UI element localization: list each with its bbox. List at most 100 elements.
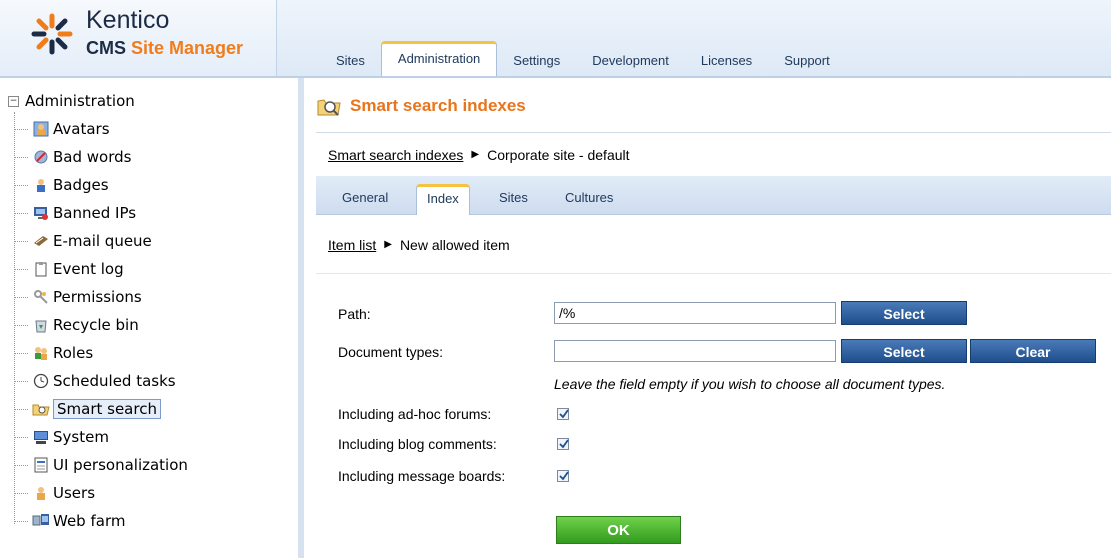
permissions-icon [32, 288, 50, 306]
sidebar-item-smart-search[interactable]: Smart search [14, 396, 161, 422]
sidebar-item-bad-words[interactable]: Bad words [14, 144, 131, 170]
tab-index[interactable]: Index [416, 184, 470, 215]
tree-connector-line [14, 240, 28, 242]
sidebar-item-ui-personalization[interactable]: UI personalization [14, 452, 188, 478]
path-input[interactable] [554, 302, 836, 324]
event-log-icon [32, 260, 50, 278]
top-tabs: Sites Administration Settings Developmen… [320, 41, 846, 76]
sidebar-item-permissions[interactable]: Permissions [14, 284, 142, 310]
sidebar-item-label[interactable]: Smart search [53, 399, 161, 419]
sidebar-item-event-log[interactable]: Event log [14, 256, 124, 282]
tab-sites[interactable]: Sites [499, 190, 528, 205]
path-label: Path: [338, 306, 371, 322]
sidebar-item-label[interactable]: Recycle bin [53, 316, 139, 334]
logo-name: Kentico [86, 6, 170, 34]
check-icon [559, 439, 569, 449]
sidebar-item-recycle-bin[interactable]: Recycle bin [14, 312, 139, 338]
bad-words-icon [32, 148, 50, 166]
email-queue-icon [32, 232, 50, 250]
logo-sub-cms: CMS [86, 38, 126, 58]
tab-development[interactable]: Development [576, 45, 685, 76]
tree-connector-line [14, 436, 28, 438]
breadcrumb-link-item-list[interactable]: Item list [328, 237, 376, 253]
tab-administration[interactable]: Administration [380, 41, 498, 76]
tab-cultures[interactable]: Cultures [565, 190, 613, 205]
sidebar-item-banned-ips[interactable]: Banned IPs [14, 200, 136, 226]
main-content: Smart search indexes Smart search indexe… [316, 78, 1111, 558]
check-icon [559, 409, 569, 419]
sidebar-item-label[interactable]: Banned IPs [53, 204, 136, 222]
message-boards-checkbox[interactable] [557, 470, 569, 482]
forums-checkbox[interactable] [557, 408, 569, 420]
tree-root-administration[interactable]: − Administration [8, 92, 135, 110]
tab-licenses[interactable]: Licenses [685, 45, 768, 76]
tree-connector-line [14, 324, 28, 326]
sidebar-item-label[interactable]: System [53, 428, 109, 446]
breadcrumb-link-indexes[interactable]: Smart search indexes [328, 147, 463, 163]
sidebar-item-label[interactable]: Scheduled tasks [53, 372, 176, 390]
sidebar-item-label[interactable]: Badges [53, 176, 109, 194]
sidebar-item-web-farm[interactable]: Web farm [14, 508, 125, 534]
clock-icon [32, 372, 50, 390]
avatar-icon [32, 120, 50, 138]
document-types-label: Document types: [338, 344, 444, 360]
kentico-logo-icon [31, 13, 73, 55]
sidebar-item-label[interactable]: UI personalization [53, 456, 188, 474]
sidebar-item-users[interactable]: Users [14, 480, 95, 506]
sidebar-item-label[interactable]: Permissions [53, 288, 142, 306]
forums-label: Including ad-hoc forums: [338, 406, 492, 422]
badges-icon [32, 176, 50, 194]
sidebar-item-label[interactable]: Roles [53, 344, 93, 362]
tree-root-label[interactable]: Administration [25, 92, 135, 110]
sidebar-item-label[interactable]: Avatars [53, 120, 110, 138]
recycle-bin-icon [32, 316, 50, 334]
tree-connector-line [14, 520, 28, 522]
ok-button[interactable]: OK [556, 516, 681, 544]
collapse-icon[interactable]: − [8, 95, 19, 107]
sidebar-item-scheduled-tasks[interactable]: Scheduled tasks [14, 368, 176, 394]
tab-settings[interactable]: Settings [497, 45, 576, 76]
sidebar-item-label[interactable]: E-mail queue [53, 232, 152, 250]
sidebar-item-roles[interactable]: Roles [14, 340, 93, 366]
sidebar-item-label[interactable]: Users [53, 484, 95, 502]
system-icon [32, 428, 50, 446]
sidebar-item-avatars[interactable]: Avatars [14, 116, 110, 142]
header: Kentico CMS Site Manager Sites Administr… [0, 0, 1111, 78]
breadcrumb-arrow-icon: ▶ [471, 149, 480, 160]
sidebar-item-e-mail-queue[interactable]: E-mail queue [14, 228, 152, 254]
tree-connector-line [14, 492, 28, 494]
path-select-button[interactable]: Select [841, 301, 967, 325]
blog-comments-checkbox[interactable] [557, 438, 569, 450]
tree-connector-line [14, 352, 28, 354]
document-types-select-button[interactable]: Select [841, 339, 967, 363]
tree-connector-line [14, 212, 28, 214]
blog-comments-label: Including blog comments: [338, 436, 497, 452]
smart-search-folder-icon [317, 99, 341, 116]
document-types-input[interactable] [554, 340, 836, 362]
logo-sub-manager: Site Manager [131, 38, 244, 58]
breadcrumb: Smart search indexes ▶ Corporate site - … [316, 132, 1111, 176]
tab-general[interactable]: General [342, 190, 388, 205]
smart-search-icon [32, 400, 50, 418]
tree-connector-line [14, 380, 28, 382]
sidebar-item-badges[interactable]: Badges [14, 172, 109, 198]
breadcrumb-current: Corporate site - default [487, 146, 630, 163]
tree-connector-line [14, 268, 28, 270]
breadcrumb-secondary: Item list ▶ New allowed item [316, 216, 1111, 274]
tree-connector-line [14, 464, 28, 466]
page-header: Smart search indexes [316, 90, 526, 122]
logo: Kentico CMS Site Manager [0, 0, 277, 78]
sidebar-item-label[interactable]: Event log [53, 260, 124, 278]
sidebar-item-label[interactable]: Bad words [53, 148, 131, 166]
logo-subtitle: CMS Site Manager [86, 38, 243, 59]
tab-sites[interactable]: Sites [320, 45, 381, 76]
sidebar-item-label[interactable]: Web farm [53, 512, 125, 530]
check-icon [559, 471, 569, 481]
roles-icon [32, 344, 50, 362]
web-farm-icon [32, 512, 50, 530]
document-types-clear-button[interactable]: Clear [970, 339, 1096, 363]
tree-connector-line [14, 156, 28, 158]
tab-support[interactable]: Support [768, 45, 846, 76]
tree-connector-line [14, 184, 28, 186]
sidebar-item-system[interactable]: System [14, 424, 109, 450]
